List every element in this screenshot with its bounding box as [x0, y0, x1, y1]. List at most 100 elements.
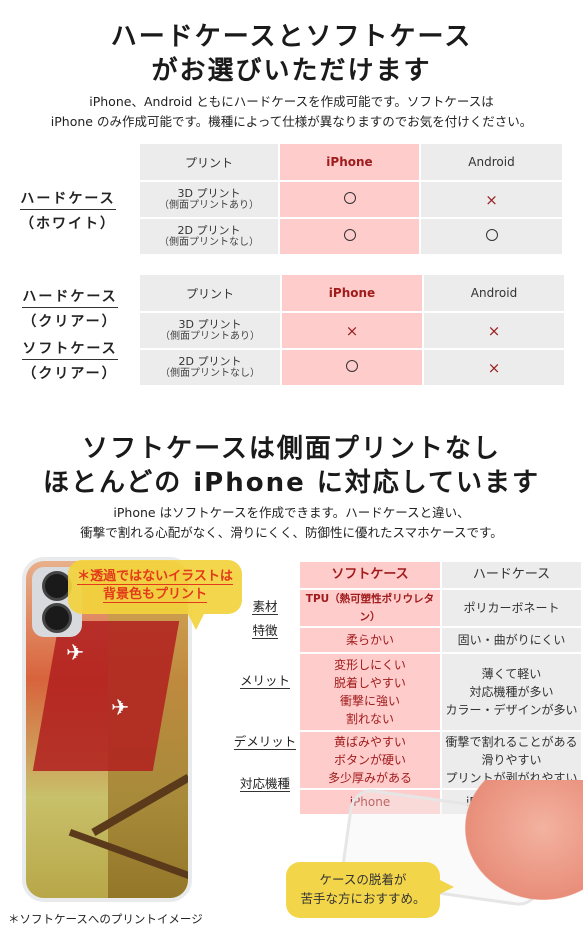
spec-label-material: 素材 [230, 596, 300, 615]
section1-title-line1: ハードケースとソフトケース [110, 22, 473, 52]
print-type: 2D プリント [178, 354, 242, 368]
table-row: 2D プリント （側面プリントなし） [140, 219, 564, 256]
table2-label2-main: ソフトケース [22, 338, 118, 360]
print-type: 3D プリント [178, 317, 242, 331]
section2-title-line1: ソフトケースは側面プリントなし [82, 434, 501, 464]
spec-label-models: 対応機種 [230, 773, 300, 792]
spec-label-text: 対応機種 [239, 776, 290, 792]
table-row: 柔らかい 固い・曲がりにくい [300, 628, 583, 654]
cell-line: 多少厚みがある [327, 771, 412, 785]
spec-label-text: メリット [239, 673, 290, 689]
header-iphone: iPhone [280, 144, 421, 182]
table1-label-main: ハードケース [20, 188, 116, 210]
note-line2: 背景色もプリント [102, 587, 207, 603]
section1-title-line2: がお選びいただけます [151, 56, 432, 86]
table-header-row: プリント iPhone Android [140, 275, 566, 313]
section2-description-line1: iPhone はソフトケースを作成できます。ハードケースと違い、 [113, 505, 470, 520]
note-speech-bubble: ＊透過ではないイラストは 背景色もプリント [68, 560, 242, 630]
soft-merit: 変形しにくい 脱着しやすい 衝撃に強い 割れない [300, 654, 442, 732]
header-hard-case: ハードケース [442, 562, 583, 590]
iphone-cell [282, 350, 424, 387]
spec-label-text: 特徴 [252, 623, 278, 639]
table1-label-paren: （ホワイト） [20, 216, 116, 232]
section1-description-line1: iPhone、Android ともにハードケースを作成可能です。ソフトケースは [89, 94, 494, 109]
header-soft-case: ソフトケース [300, 562, 442, 590]
print-type: 3D プリント [177, 186, 241, 200]
table-row: 変形しにくい 脱着しやすい 衝撃に強い 割れない 薄くて軽い 対応機種が多い カ… [300, 654, 583, 732]
cell-line: 黄ばみやすい [333, 735, 406, 749]
cell-line: 変形しにくい [334, 658, 406, 672]
camera-lens-icon [42, 603, 72, 633]
table-row: 3D プリント （側面プリントあり） × × [140, 313, 566, 350]
cell-line: 滑りやすい [481, 753, 542, 767]
spec-label-feature: 特徴 [230, 620, 300, 639]
hard-material: ポリカーボネート [442, 590, 583, 628]
section2-title: ソフトケースは側面プリントなし ほとんどの iPhone に対応しています [0, 432, 583, 500]
table2-label-hard: ハードケース （クリアー） [18, 286, 122, 331]
cross-icon: × [487, 321, 501, 340]
hard-feature: 固い・曲がりにくい [442, 628, 583, 654]
android-cell: × [424, 313, 566, 350]
android-cell: × [421, 182, 564, 219]
soft-demerit: 黄ばみやすい ボタンが硬い 多少厚みがある [300, 732, 442, 790]
recommend-speech-bubble: ケースの脱着が 苦手な方におすすめ。 [286, 862, 454, 918]
cell-line: 薄くて軽い [481, 667, 542, 681]
print-note: （側面プリントなし） [159, 236, 259, 248]
table-header-row: プリント iPhone Android [140, 144, 564, 182]
iphone-cell [280, 219, 421, 256]
cell-line: 衝撃に強い [339, 694, 400, 708]
header-iphone: iPhone [282, 275, 424, 313]
soft-feature: 柔らかい [300, 628, 442, 654]
hard-merit: 薄くて軽い 対応機種が多い カラー・デザインが多い [442, 654, 583, 732]
section1-title: ハードケースとソフトケース がお選びいただけます [0, 20, 583, 88]
cell-line: 衝撃で割れることがある [445, 735, 578, 749]
table2-label-soft: ソフトケース （クリアー） [18, 338, 122, 383]
cell-line: カラー・デザインが多い [445, 703, 578, 717]
iphone-cell [280, 182, 421, 219]
recommend-line2: 苦手な方におすすめ。 [300, 891, 426, 906]
table2-label1-paren: （クリアー） [22, 314, 118, 330]
hard-white-compat-table: プリント iPhone Android 3D プリント （側面プリントあり） ×… [140, 144, 564, 256]
cell-line: 割れない [345, 712, 394, 726]
cell-line: 脱着しやすい [334, 676, 406, 690]
spec-label-text: 素材 [252, 599, 278, 615]
table2-label1-main: ハードケース [22, 286, 118, 308]
cell-line: ボタンが硬い [333, 753, 406, 767]
circle-icon [485, 229, 498, 241]
header-print: プリント [140, 275, 282, 313]
circle-icon [343, 229, 356, 241]
android-cell: × [424, 350, 566, 387]
section1-description: iPhone、Android ともにハードケースを作成可能です。ソフトケースは … [0, 92, 583, 132]
circle-icon [346, 360, 358, 372]
section2-description: iPhone はソフトケースを作成できます。ハードケースと違い、 衝撃で割れる心… [0, 503, 583, 543]
crane-icon: ✈ [66, 641, 85, 666]
print-note: （側面プリントあり） [160, 330, 260, 342]
note-line1: ＊透過ではないイラストは [77, 569, 233, 585]
spec-label-merit: メリット [230, 670, 300, 689]
section2-description-line2: 衝撃で割れる心配がなく、滑りにくく、防御性に優れたスマホケースです。 [80, 525, 503, 540]
spec-label-demerit: デメリット [230, 731, 300, 750]
table-row: TPU（熱可塑性ポリウレタン） ポリカーボネート [300, 590, 583, 628]
table-header-row: ソフトケース ハードケース [300, 562, 583, 590]
recommend-line1: ケースの脱着が [319, 872, 407, 887]
soft-material: TPU（熱可塑性ポリウレタン） [300, 590, 442, 628]
crane-icon: ✈ [111, 696, 130, 721]
print-type-cell: 3D プリント （側面プリントあり） [140, 313, 282, 350]
table1-label: ハードケース （ホワイト） [18, 188, 118, 233]
print-note: （側面プリントあり） [159, 199, 259, 211]
table2-label2-paren: （クリアー） [22, 366, 118, 382]
header-android: Android [424, 275, 566, 313]
soft-vs-hard-table: ソフトケース ハードケース TPU（熱可塑性ポリウレタン） ポリカーボネート 柔… [300, 562, 583, 816]
cell-line: 対応機種が多い [469, 685, 554, 699]
header-print: プリント [140, 144, 280, 182]
cross-icon: × [485, 190, 498, 209]
print-note: （側面プリントなし） [160, 367, 260, 379]
iphone-cell: × [282, 313, 424, 350]
print-type-cell: 2D プリント （側面プリントなし） [140, 219, 280, 256]
section1-description-line2: iPhone のみ作成可能です。機種によって仕様が異なりますのでお気を付けくださ… [50, 114, 533, 129]
table-row: 2D プリント （側面プリントなし） × [140, 350, 566, 387]
table-row: 3D プリント （側面プリントあり） × [140, 182, 564, 219]
print-type-cell: 3D プリント （側面プリントあり） [140, 182, 280, 219]
spec-label-text: デメリット [233, 734, 297, 750]
hand-shape [465, 780, 583, 900]
